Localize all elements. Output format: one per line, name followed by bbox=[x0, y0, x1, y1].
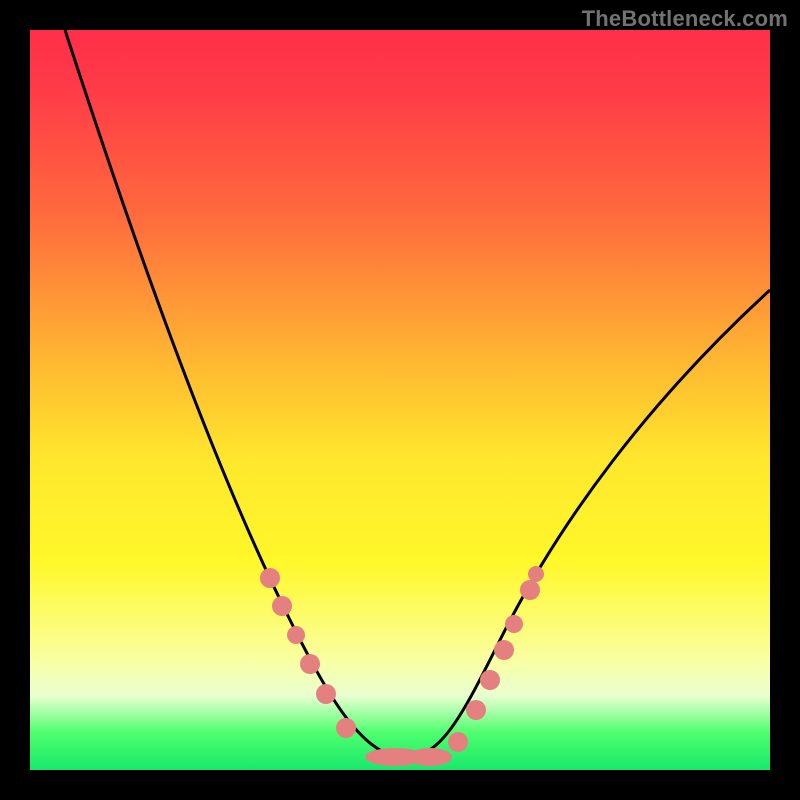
chart-svg bbox=[30, 30, 770, 770]
data-marker bbox=[408, 748, 452, 766]
bottleneck-curve-path bbox=[65, 30, 770, 758]
data-marker bbox=[528, 566, 544, 582]
data-marker bbox=[520, 580, 540, 600]
data-marker bbox=[505, 615, 523, 633]
chart-plot-area bbox=[30, 30, 770, 770]
marker-group bbox=[260, 566, 544, 766]
data-marker bbox=[272, 596, 292, 616]
data-marker bbox=[316, 684, 336, 704]
data-marker bbox=[287, 626, 305, 644]
watermark-text: TheBottleneck.com bbox=[582, 6, 788, 32]
data-marker bbox=[336, 718, 356, 738]
data-marker bbox=[300, 654, 320, 674]
data-marker bbox=[494, 640, 514, 660]
data-marker bbox=[480, 670, 500, 690]
data-marker bbox=[260, 568, 280, 588]
data-marker bbox=[466, 700, 486, 720]
data-marker bbox=[448, 732, 468, 752]
